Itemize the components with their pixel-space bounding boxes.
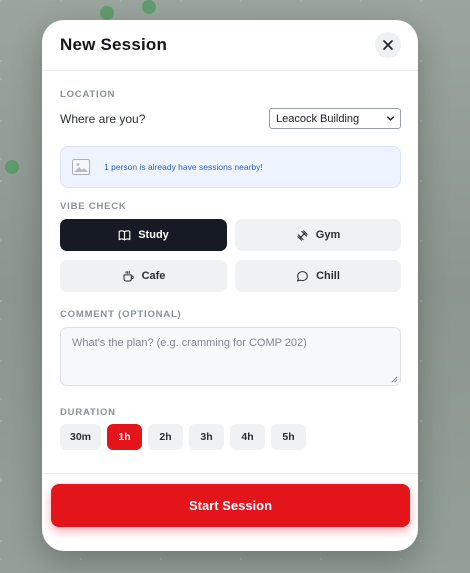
vibe-cafe-label: Cafe xyxy=(141,270,166,282)
duration-section-label: DURATION xyxy=(60,407,116,418)
location-question: Where are you? xyxy=(60,111,146,126)
modal-body: LOCATION Where are you? Leacock Building… xyxy=(42,89,418,450)
location-selected-value: Leacock Building xyxy=(276,112,360,125)
vibe-section-label: VIBE CHECK xyxy=(60,201,127,212)
vibe-gym-label: Gym xyxy=(315,229,341,241)
new-session-modal: New Session LOCATION Where are you? Leac… xyxy=(42,20,418,551)
vibe-chill-label: Chill xyxy=(316,270,340,282)
modal-title: New Session xyxy=(60,35,168,54)
vibe-study-button[interactable]: Study xyxy=(60,219,227,251)
notice-text: 1 person is already have sessions nearby… xyxy=(104,162,263,172)
chat-bubble-icon xyxy=(297,270,308,281)
coffee-cup-icon xyxy=(123,270,134,281)
comment-section-label: COMMENT (OPTIONAL) xyxy=(60,309,182,320)
footer-divider xyxy=(42,473,418,474)
close-button[interactable] xyxy=(375,32,401,58)
duration-2h-button[interactable]: 2h xyxy=(148,424,183,450)
location-section-label: LOCATION xyxy=(60,89,116,100)
chevron-down-icon xyxy=(387,116,394,121)
duration-3h-button[interactable]: 3h xyxy=(189,424,224,450)
book-icon xyxy=(118,229,131,241)
resize-handle-icon[interactable] xyxy=(391,376,398,383)
location-select[interactable]: Leacock Building xyxy=(269,108,401,129)
dumbbell-icon xyxy=(297,229,308,241)
start-session-button[interactable]: Start Session xyxy=(51,484,410,527)
close-icon xyxy=(383,40,393,50)
duration-options: 30m 1h 2h 3h 4h 5h xyxy=(60,424,401,450)
map-marker xyxy=(5,160,19,174)
vibe-gym-button[interactable]: Gym xyxy=(235,219,401,251)
duration-1h-button[interactable]: 1h xyxy=(107,424,142,450)
modal-header: New Session xyxy=(42,20,418,71)
duration-5h-button[interactable]: 5h xyxy=(271,424,306,450)
vibe-options: Study Gym Cafe Chill xyxy=(60,219,401,292)
duration-30m-button[interactable]: 30m xyxy=(60,424,101,450)
image-placeholder-icon xyxy=(72,159,90,175)
vibe-study-label: Study xyxy=(138,229,169,241)
comment-textarea[interactable]: What's the plan? (e.g. cramming for COMP… xyxy=(60,327,401,386)
duration-4h-button[interactable]: 4h xyxy=(230,424,265,450)
vibe-cafe-button[interactable]: Cafe xyxy=(60,260,227,292)
nearby-notice: 1 person is already have sessions nearby… xyxy=(60,146,401,188)
vibe-chill-button[interactable]: Chill xyxy=(235,260,401,292)
map-marker xyxy=(100,6,114,20)
map-marker xyxy=(142,0,156,14)
location-row: Where are you? Leacock Building xyxy=(60,108,401,129)
comment-placeholder: What's the plan? (e.g. cramming for COMP… xyxy=(72,337,307,349)
